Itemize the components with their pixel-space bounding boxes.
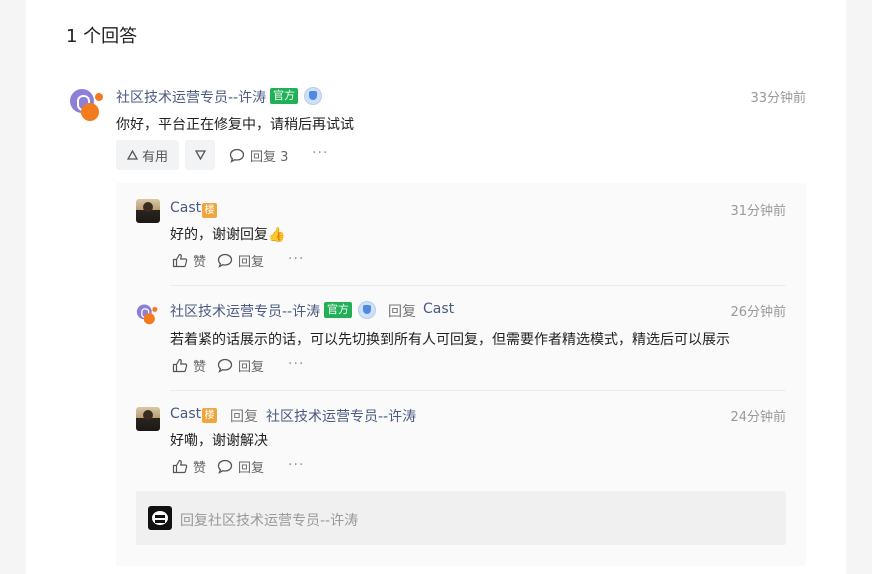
verified-shield-icon [358,301,376,319]
reply-1-more-button[interactable]: ··· [288,251,304,267]
reply-2-content: 若着紧的话展示的话，可以先切换到所有人可回复，但需要作者精选模式，精选后可以展示 [170,332,730,348]
reply-to-word: 回复 [388,304,416,320]
triangle-up-icon [126,150,138,160]
thumbs-up-icon [172,358,188,373]
current-user-avatar [148,506,172,530]
reply-3-like-button[interactable]: 赞 [172,457,206,476]
comment-icon [229,148,245,163]
reply-to-target[interactable]: Cast [423,301,454,317]
reply-1-like-button[interactable]: 赞 [172,251,206,270]
reply-1-avatar[interactable] [136,199,160,223]
verified-shield-icon [304,87,322,105]
like-label: 赞 [193,255,207,270]
reply-3-avatar[interactable] [136,407,160,431]
reply-2-more-button[interactable]: ··· [288,356,304,372]
reply-2-like-button[interactable]: 赞 [172,356,206,375]
reply-2-avatar[interactable] [135,302,159,326]
more-options-button[interactable]: ··· [312,145,328,161]
reply-to-word: 回复 [230,409,258,425]
reply-divider [170,390,786,391]
official-badge: 官方 [324,302,352,318]
thumbs-up-icon [172,459,188,474]
answers-count-title: 1 个回答 [66,26,138,47]
useful-label: 有用 [141,149,168,165]
reply-2-author[interactable]: 社区技术运营专员--许涛 [170,301,320,321]
reply-3-content: 好嘞，谢谢解决 [170,433,268,449]
floor-owner-badge: 楼 [202,408,217,423]
like-label: 赞 [193,461,207,476]
author-avatar[interactable] [67,85,105,123]
reply-label: 回复 [238,360,265,375]
author-name[interactable]: 社区技术运营专员--许涛 [116,87,266,107]
not-useful-button[interactable] [185,140,215,170]
reply-label: 回复 [238,255,265,270]
reply-1-time: 31分钟前 [730,204,786,219]
thumbs-up-icon [172,253,188,268]
like-label: 赞 [193,360,207,375]
reply-count-label: 回复 3 [250,150,289,165]
reply-1-author[interactable]: Cast [170,200,201,216]
official-badge: 官方 [270,88,298,104]
useful-button[interactable]: 有用 [116,140,179,170]
reply-label: 回复 [238,461,265,476]
reply-3-author[interactable]: Cast [170,406,201,422]
reply-2-reply-button[interactable]: 回复 [217,356,264,375]
answer-time: 33分钟前 [750,91,806,106]
answer-content: 你好，平台正在修复中，请稍后再试试 [116,117,354,133]
reply-1-content: 好的，谢谢回复👍 [170,227,286,243]
answer-card: 1 个回答 社区技术运营专员--许涛 官方 33分钟前 你好，平台正在修复中，请… [26,0,846,574]
reply-to-target[interactable]: 社区技术运营专员--许涛 [266,406,416,426]
reply-3-more-button[interactable]: ··· [288,457,304,473]
floor-owner-badge: 楼 [202,203,217,218]
comment-icon [217,358,233,373]
reply-input-placeholder: 回复社区技术运营专员--许涛 [180,513,359,529]
comment-icon [217,459,233,474]
reply-1-reply-button[interactable]: 回复 [217,251,264,270]
reply-3-reply-button[interactable]: 回复 [217,457,264,476]
reply-toggle-button[interactable]: 回复 3 [229,146,288,165]
reply-2-time: 26分钟前 [730,305,786,320]
triangle-down-icon [194,150,206,160]
comment-icon [217,253,233,268]
reply-divider [170,285,786,286]
reply-3-time: 24分钟前 [730,410,786,425]
